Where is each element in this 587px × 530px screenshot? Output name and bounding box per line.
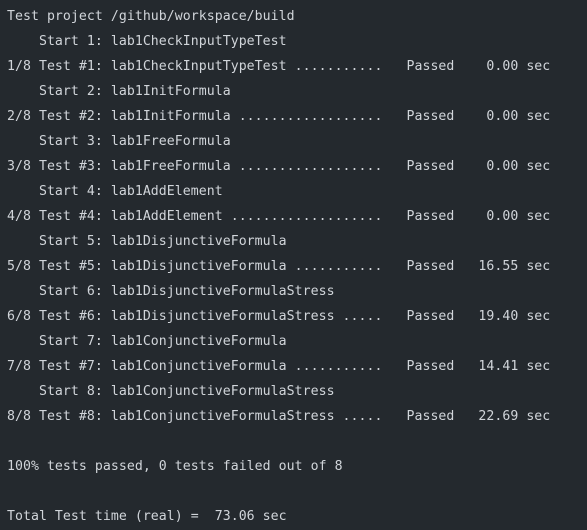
log-line-summary: 100% tests passed, 0 tests failed out of…	[7, 459, 343, 474]
log-line-result-7: 7/8 Test #7: lab1ConjunctiveFormula ....…	[7, 359, 551, 374]
log-line-result-8: 8/8 Test #8: lab1ConjunctiveFormulaStres…	[7, 409, 551, 424]
log-line-total-time: Total Test time (real) = 73.06 sec	[7, 509, 287, 524]
log-line-start-3: Start 3: lab1FreeFormula	[7, 134, 231, 149]
log-line-result-1: 1/8 Test #1: lab1CheckInputTypeTest ....…	[7, 59, 551, 74]
terminal-log: Test project /github/workspace/build Sta…	[7, 4, 587, 529]
log-line-result-3: 3/8 Test #3: lab1FreeFormula ...........…	[7, 159, 551, 174]
log-line-result-6: 6/8 Test #6: lab1DisjunctiveFormulaStres…	[7, 309, 551, 324]
log-line-result-4: 4/8 Test #4: lab1AddElement ............…	[7, 209, 551, 224]
log-line-blank-1	[7, 429, 587, 454]
log-line-start-2: Start 2: lab1InitFormula	[7, 84, 231, 99]
log-line-result-2: 2/8 Test #2: lab1InitFormula ...........…	[7, 109, 551, 124]
log-line-header: Test project /github/workspace/build	[7, 9, 295, 24]
log-line-start-7: Start 7: lab1ConjunctiveFormula	[7, 334, 287, 349]
terminal-output: Test project /github/workspace/build Sta…	[0, 0, 587, 530]
log-line-blank-2	[7, 479, 587, 504]
log-line-start-8: Start 8: lab1ConjunctiveFormulaStress	[7, 384, 335, 399]
log-line-result-5: 5/8 Test #5: lab1DisjunctiveFormula ....…	[7, 259, 551, 274]
log-line-start-4: Start 4: lab1AddElement	[7, 184, 223, 199]
log-line-start-6: Start 6: lab1DisjunctiveFormulaStress	[7, 284, 335, 299]
log-line-start-5: Start 5: lab1DisjunctiveFormula	[7, 234, 287, 249]
log-line-start-1: Start 1: lab1CheckInputTypeTest	[7, 34, 287, 49]
